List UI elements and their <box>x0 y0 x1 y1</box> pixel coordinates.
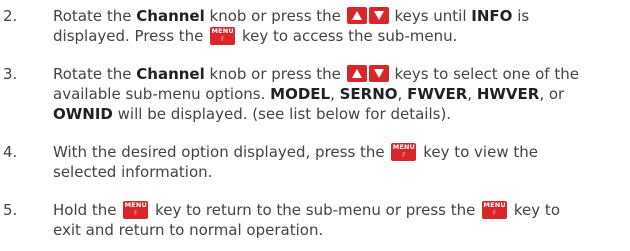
menu-key-icon: MENU F <box>391 143 417 161</box>
step-line: displayed. Press the MENU F key to access… <box>53 27 458 45</box>
step-text: Rotate the Channel knob or press the key… <box>53 64 625 124</box>
up-arrow-key-icon <box>346 65 367 82</box>
down-arrow-key-icon <box>368 7 389 24</box>
step-number: 4. <box>3 143 18 161</box>
step-text: With the desired option displayed, press… <box>53 142 625 182</box>
step-line: Rotate the Channel knob or press the key… <box>53 7 530 25</box>
ownid-option: OWNID <box>53 105 113 123</box>
step-text: Hold the MENU F key to return to the sub-… <box>53 200 625 240</box>
fwver-option: FWVER <box>407 85 468 103</box>
channel-label: Channel <box>136 65 205 83</box>
step-line: Hold the MENU F key to return to the sub-… <box>53 201 560 219</box>
step-line: OWNID will be displayed. (see list below… <box>53 105 452 123</box>
step-line: available sub-menu options. MODEL, SERNO… <box>53 85 565 103</box>
step-line: exit and return to normal operation. <box>53 221 324 239</box>
step-number: 3. <box>3 65 18 83</box>
channel-label: Channel <box>136 7 205 25</box>
step-number: 5. <box>3 201 18 219</box>
model-option: MODEL <box>270 85 331 103</box>
step-line: With the desired option displayed, press… <box>53 143 538 161</box>
step-line: selected information. <box>53 163 213 181</box>
menu-key-icon: MENU F <box>123 201 149 219</box>
step-text: Rotate the Channel knob or press the key… <box>53 6 625 46</box>
step-line: Rotate the Channel knob or press the key… <box>53 65 579 83</box>
menu-key-icon: MENU F <box>210 27 236 45</box>
step-number: 2. <box>3 7 18 25</box>
serno-option: SERNO <box>339 85 398 103</box>
down-arrow-key-icon <box>368 65 389 82</box>
hwver-option: HWVER <box>476 85 540 103</box>
up-arrow-key-icon <box>346 7 367 24</box>
menu-key-icon: MENU F <box>482 201 508 219</box>
info-label: INFO <box>471 7 513 25</box>
